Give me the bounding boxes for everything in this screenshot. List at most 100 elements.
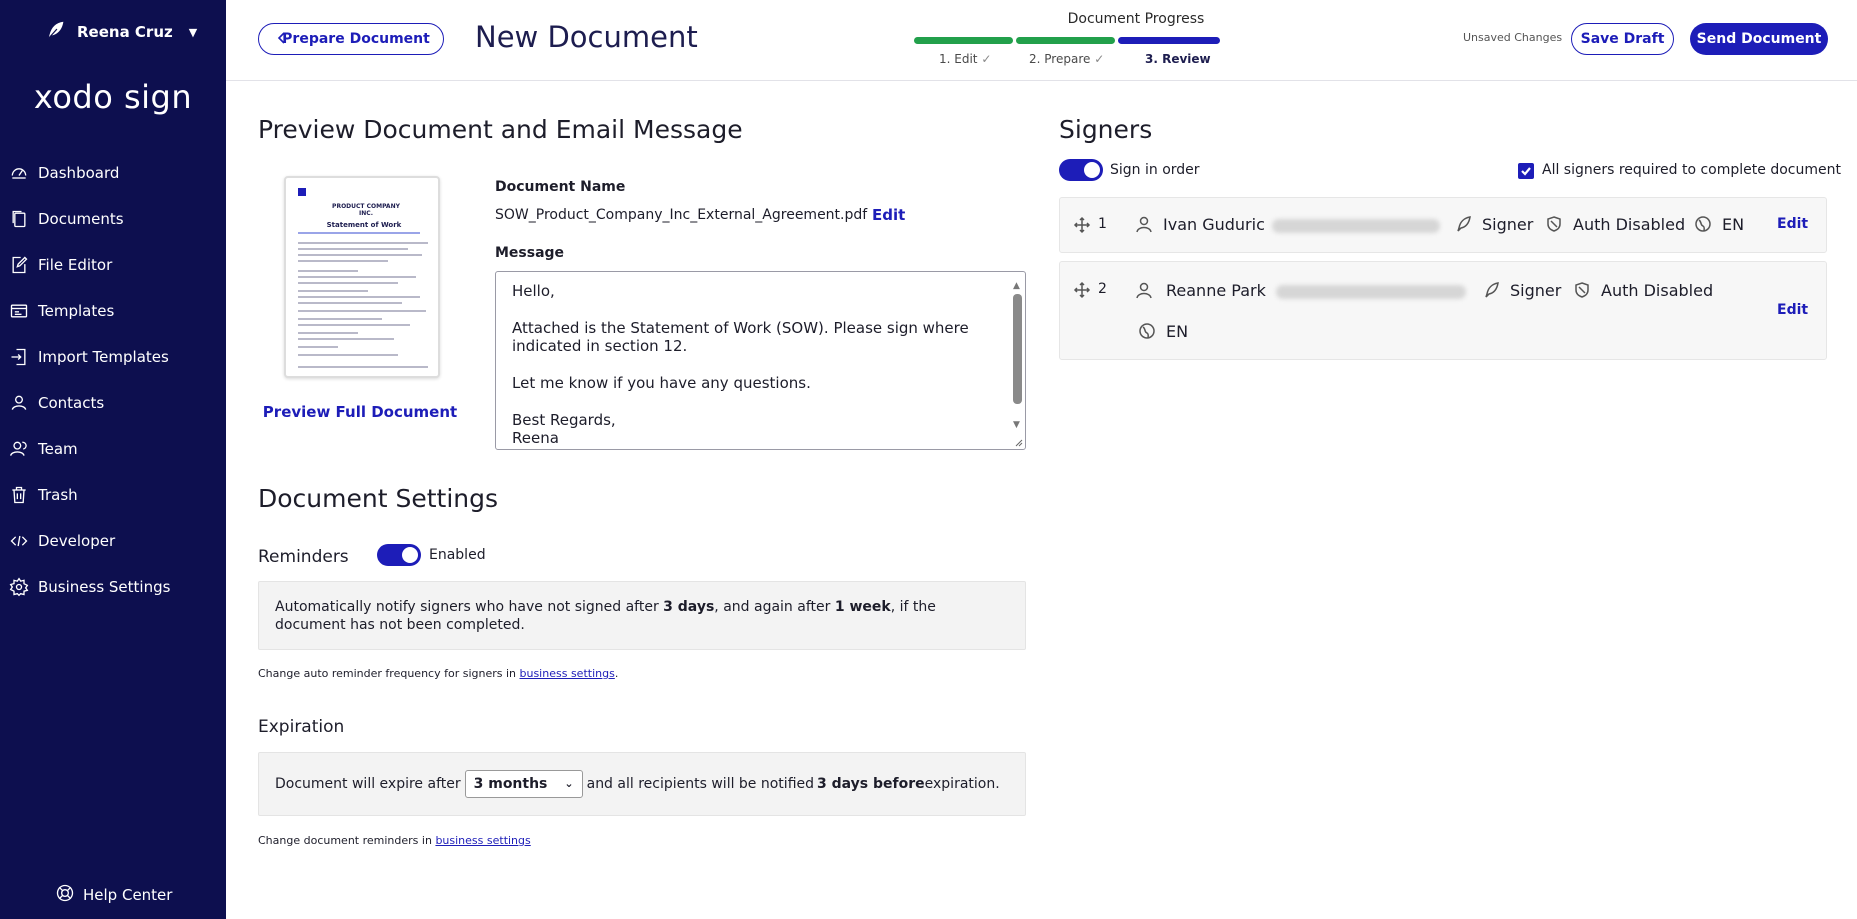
progress-segment-prepare xyxy=(1016,37,1115,44)
message-scrollbar[interactable]: ▲ ▼ xyxy=(1012,277,1022,445)
drag-handle-icon[interactable] xyxy=(1073,216,1091,234)
document-name-label: Document Name xyxy=(495,179,626,195)
all-signers-required-label: All signers required to complete documen… xyxy=(1542,162,1841,178)
developer-icon xyxy=(8,530,30,552)
sidebar-item-label: Business Settings xyxy=(38,578,171,596)
message-textarea[interactable]: Hello, Attached is the Statement of Work… xyxy=(495,271,1026,450)
check-icon: ✓ xyxy=(981,52,992,66)
drag-handle-icon[interactable] xyxy=(1073,281,1091,299)
business-settings-link[interactable]: business settings xyxy=(520,667,615,680)
preview-heading: Preview Document and Email Message xyxy=(258,115,743,144)
sidebar-item-file-editor[interactable]: File Editor xyxy=(0,242,226,288)
send-document-button[interactable]: Send Document xyxy=(1690,23,1828,55)
sidebar-item-label: Dashboard xyxy=(38,164,120,182)
signer-role: Signer xyxy=(1482,215,1534,234)
document-thumbnail[interactable]: PRODUCT COMPANY INC. Statement of Work xyxy=(284,176,440,378)
save-draft-button[interactable]: Save Draft xyxy=(1571,23,1674,55)
sidebar-item-label: Trash xyxy=(38,486,78,504)
step-review: 3. Review xyxy=(1145,52,1211,66)
document-name-value: SOW_Product_Company_Inc_External_Agreeme… xyxy=(495,207,868,223)
check-icon: ✓ xyxy=(1094,52,1105,66)
scroll-thumb[interactable] xyxy=(1013,294,1022,404)
sidebar-item-dashboard[interactable]: Dashboard xyxy=(0,150,226,196)
message-line: Let me know if you have any questions. xyxy=(512,374,811,392)
expiration-info-box: Document will expire after 3 months ⌄ an… xyxy=(258,752,1026,816)
preview-full-document-link[interactable]: Preview Full Document xyxy=(262,403,458,421)
globe-icon xyxy=(1694,215,1712,233)
signature-icon xyxy=(1455,215,1473,233)
expiration-select[interactable]: 3 months ⌄ xyxy=(464,770,583,798)
edit-document-name-link[interactable]: Edit xyxy=(872,206,905,224)
scroll-up-icon[interactable]: ▲ xyxy=(1013,277,1020,295)
sidebar-item-label: Documents xyxy=(38,210,124,228)
scroll-down-icon[interactable]: ▼ xyxy=(1013,416,1020,434)
sidebar-item-documents[interactable]: Documents xyxy=(0,196,226,242)
signer-row: 2 Reanne Park Signer Auth Disabled EN Ed… xyxy=(1059,261,1827,360)
progress-segment-edit xyxy=(914,37,1013,44)
sign-in-order-toggle[interactable] xyxy=(1059,159,1103,181)
chevron-down-icon: ⌄ xyxy=(564,777,574,790)
sidebar-item-business-settings[interactable]: Business Settings xyxy=(0,564,226,610)
thumb-logo xyxy=(298,188,306,196)
prepare-document-button[interactable]: Prepare Document xyxy=(258,23,444,55)
shield-icon xyxy=(1545,215,1563,233)
sidebar-item-label: Developer xyxy=(38,532,116,550)
signer-role: Signer xyxy=(1510,281,1562,300)
edit-signer-link[interactable]: Edit xyxy=(1777,302,1808,318)
signer-email-redacted xyxy=(1272,219,1440,233)
sign-in-order-label: Sign in order xyxy=(1110,162,1200,178)
brand-logo: xodo sign xyxy=(33,78,193,116)
help-center-link[interactable]: Help Center xyxy=(55,883,172,907)
step-prepare: 2. Prepare ✓ xyxy=(1029,52,1105,66)
resize-handle-icon[interactable] xyxy=(1013,437,1023,447)
signer-auth: Auth Disabled xyxy=(1601,281,1714,300)
user-menu[interactable]: Reena Cruz ▼ xyxy=(45,19,197,45)
signer-order: 2 xyxy=(1098,281,1107,297)
prepare-document-label: Prepare Document xyxy=(282,31,430,47)
top-bar: Prepare Document New Document Document P… xyxy=(226,0,1857,81)
sidebar-item-label: File Editor xyxy=(38,256,113,274)
signer-name: Ivan Guduric xyxy=(1163,215,1265,234)
signer-email-redacted xyxy=(1276,285,1466,299)
sidebar: Reena Cruz ▼ xodo sign Dashboard Documen… xyxy=(0,0,226,919)
message-label: Message xyxy=(495,245,565,261)
reminders-state: Enabled xyxy=(429,547,486,563)
progress-bar xyxy=(914,37,1220,44)
expiration-label: Expiration xyxy=(258,717,345,737)
signer-auth: Auth Disabled xyxy=(1573,215,1686,234)
progress-segment-review xyxy=(1118,37,1220,44)
sidebar-item-team[interactable]: Team xyxy=(0,426,226,472)
sidebar-item-label: Templates xyxy=(38,302,115,320)
reminders-toggle[interactable] xyxy=(377,544,421,566)
sidebar-item-label: Team xyxy=(38,440,78,458)
message-line: Hello, xyxy=(512,282,555,300)
business-settings-link[interactable]: business settings xyxy=(435,834,530,847)
caret-down-icon: ▼ xyxy=(188,25,198,39)
sidebar-item-label: Contacts xyxy=(38,394,105,412)
reminders-info-box: Automatically notify signers who have no… xyxy=(258,581,1026,650)
edit-signer-link[interactable]: Edit xyxy=(1777,216,1808,232)
signer-language: EN xyxy=(1166,322,1189,341)
expiration-note: Change document reminders in business se… xyxy=(258,834,531,847)
reminders-label: Reminders xyxy=(258,547,349,567)
sidebar-nav: Dashboard Documents File Editor Template… xyxy=(0,150,226,610)
sidebar-item-import-templates[interactable]: Import Templates xyxy=(0,334,226,380)
globe-icon xyxy=(1138,322,1156,340)
all-signers-required-checkbox[interactable] xyxy=(1518,163,1534,179)
signer-row: 1 Ivan Guduric Signer Auth Disabled EN E… xyxy=(1059,197,1827,253)
user-name: Reena Cruz xyxy=(77,23,173,41)
progress-title: Document Progress xyxy=(1067,11,1205,27)
chevron-left-icon xyxy=(275,31,289,45)
sidebar-item-label: Import Templates xyxy=(38,348,169,366)
person-icon xyxy=(1135,281,1153,299)
message-line: Attached is the Statement of Work (SOW).… xyxy=(512,319,969,355)
thumb-title: Statement of Work xyxy=(326,221,402,229)
file-editor-icon xyxy=(8,254,30,276)
sidebar-item-contacts[interactable]: Contacts xyxy=(0,380,226,426)
sidebar-item-developer[interactable]: Developer xyxy=(0,518,226,564)
documents-icon xyxy=(8,208,30,230)
trash-icon xyxy=(8,484,30,506)
lifebuoy-icon xyxy=(55,883,75,907)
sidebar-item-templates[interactable]: Templates xyxy=(0,288,226,334)
sidebar-item-trash[interactable]: Trash xyxy=(0,472,226,518)
